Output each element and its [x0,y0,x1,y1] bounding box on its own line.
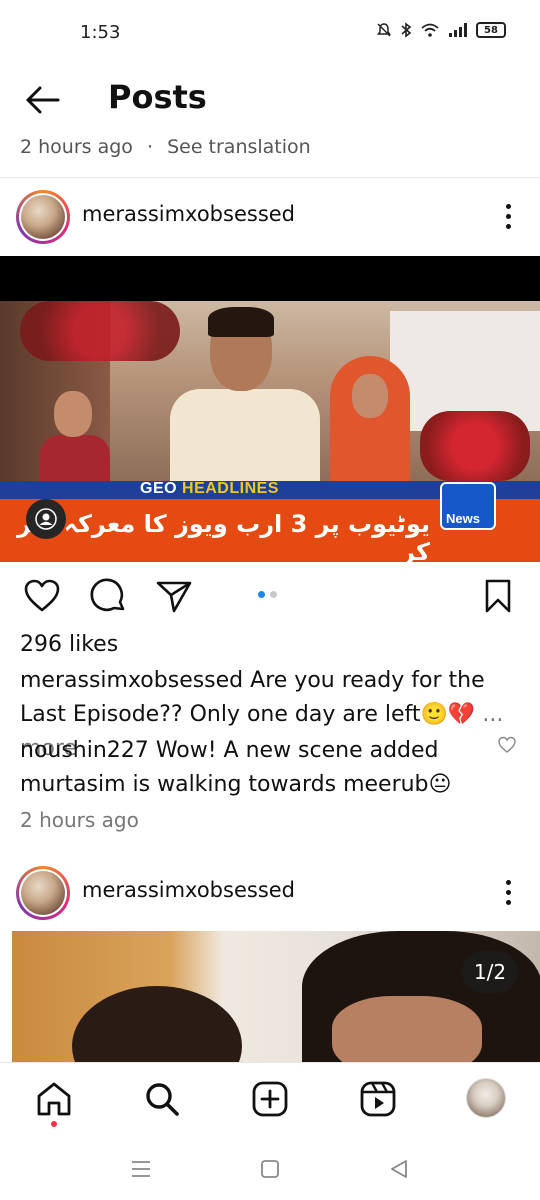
news-ticker-label: GEO HEADLINES [140,480,279,497]
post-username[interactable]: merassimxobsessed [82,202,295,226]
post-media[interactable]: GEO HEADLINES یوٹیوب پر 3 ارب ویوز کا مع… [0,256,540,562]
tagged-users-icon[interactable] [26,499,66,539]
more-options-icon[interactable] [498,196,518,236]
bottom-navigation [0,1062,540,1138]
profile-avatar[interactable] [466,1078,506,1118]
signal-icon [449,23,467,37]
battery-icon: 58 [476,22,506,38]
previous-post-meta: 2 hours ago · See translation [20,136,311,158]
post-author-avatar[interactable] [16,190,70,244]
like-count[interactable]: 296 likes [20,632,118,657]
previous-post-time: 2 hours ago [20,136,133,158]
more-options-icon[interactable] [498,872,518,912]
home-icon[interactable] [34,1079,74,1119]
post-media[interactable]: 1/2 [12,931,540,1062]
back-triangle-icon[interactable] [384,1154,414,1184]
status-icons: 58 [376,22,506,38]
post-actions [0,570,540,622]
like-heart-icon[interactable] [22,576,62,616]
menu-lines-icon[interactable] [126,1154,156,1184]
page-title: Posts [108,78,207,116]
post-timestamp: 2 hours ago [20,808,139,832]
meta-separator: · [146,136,154,158]
status-bar: 1:53 58 [0,0,540,66]
save-bookmark-icon[interactable] [478,576,518,616]
bluetooth-icon [401,22,412,38]
carousel-dot-active [258,591,265,598]
reels-icon[interactable] [358,1079,398,1119]
home-square-icon[interactable] [255,1154,285,1184]
comment-username[interactable]: noushin227 [20,738,149,763]
post-divider [0,177,540,178]
post-header: merassimxobsessed [0,186,540,246]
post-author-avatar[interactable] [16,866,70,920]
page-header: Posts [0,66,540,134]
carousel-dot [270,591,277,598]
comment-like-icon[interactable] [497,735,517,755]
top-comment: noushin227 Wow! A new scene added murtas… [20,734,490,802]
carousel-counter: 1/2 [462,951,518,993]
status-time: 1:53 [80,22,121,43]
post-header: merassimxobsessed [0,862,540,922]
create-post-icon[interactable] [250,1079,290,1119]
comment-icon[interactable] [88,576,128,616]
post-username[interactable]: merassimxobsessed [82,878,295,902]
system-navigation [0,1138,540,1200]
wifi-icon [421,23,439,37]
see-translation-link[interactable]: See translation [167,136,311,158]
video-still [0,301,540,489]
carousel-indicator [258,591,277,598]
share-send-icon[interactable] [154,576,194,616]
back-arrow-icon[interactable] [22,80,62,120]
home-active-dot [51,1121,57,1127]
caption-username[interactable]: merassimxobsessed [20,668,243,693]
mute-bell-icon [377,23,391,37]
geo-news-logo: News [440,482,496,530]
search-icon[interactable] [142,1079,182,1119]
